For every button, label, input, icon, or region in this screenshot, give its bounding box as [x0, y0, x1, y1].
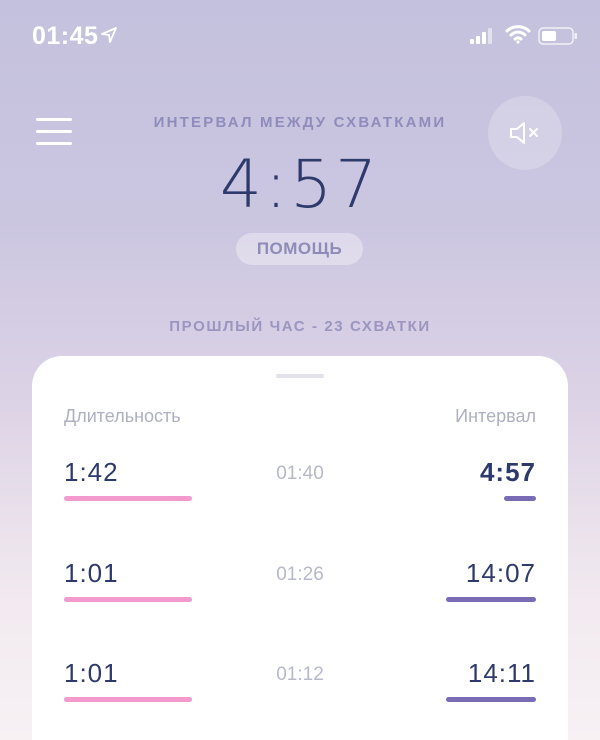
location-arrow-icon	[101, 27, 117, 43]
status-bar: 01:45	[0, 0, 600, 70]
interval-bar	[504, 496, 536, 501]
interval-value: 14:07	[465, 558, 536, 588]
interval-column-header: Интервал	[455, 406, 536, 426]
duration-bar	[64, 597, 192, 602]
help-button[interactable]: ПОМОЩЬ	[236, 233, 363, 265]
status-time: 01:45	[32, 22, 99, 50]
duration-column-header: Длительность	[64, 406, 181, 426]
interval-bar	[446, 697, 536, 702]
interval-bar	[446, 597, 536, 602]
signal-icon	[470, 28, 492, 44]
interval-timer: 4:57	[219, 146, 381, 223]
contraction-row[interactable]: 1:01 01:26 14:07	[32, 558, 568, 618]
duration-bar	[64, 697, 192, 702]
contraction-row[interactable]: 1:42 01:40 4:57	[32, 457, 568, 517]
last-hour-summary: ПРОШЛЫЙ ЧАС - 23 СХВАТКИ	[169, 318, 431, 335]
contraction-row[interactable]: 1:01 01:12 14:11	[32, 658, 568, 718]
interval-value: 4:57	[479, 457, 536, 487]
drag-handle[interactable]	[276, 374, 324, 378]
contractions-card: Длительность Интервал 1:42 01:40 4:57 1:…	[32, 356, 568, 740]
interval-value: 14:11	[467, 658, 536, 688]
battery-icon	[538, 27, 577, 45]
interval-label: ИНТЕРВАЛ МЕЖДУ СХВАТКАМИ	[153, 114, 447, 131]
wifi-icon	[505, 25, 531, 44]
duration-bar	[64, 496, 192, 501]
